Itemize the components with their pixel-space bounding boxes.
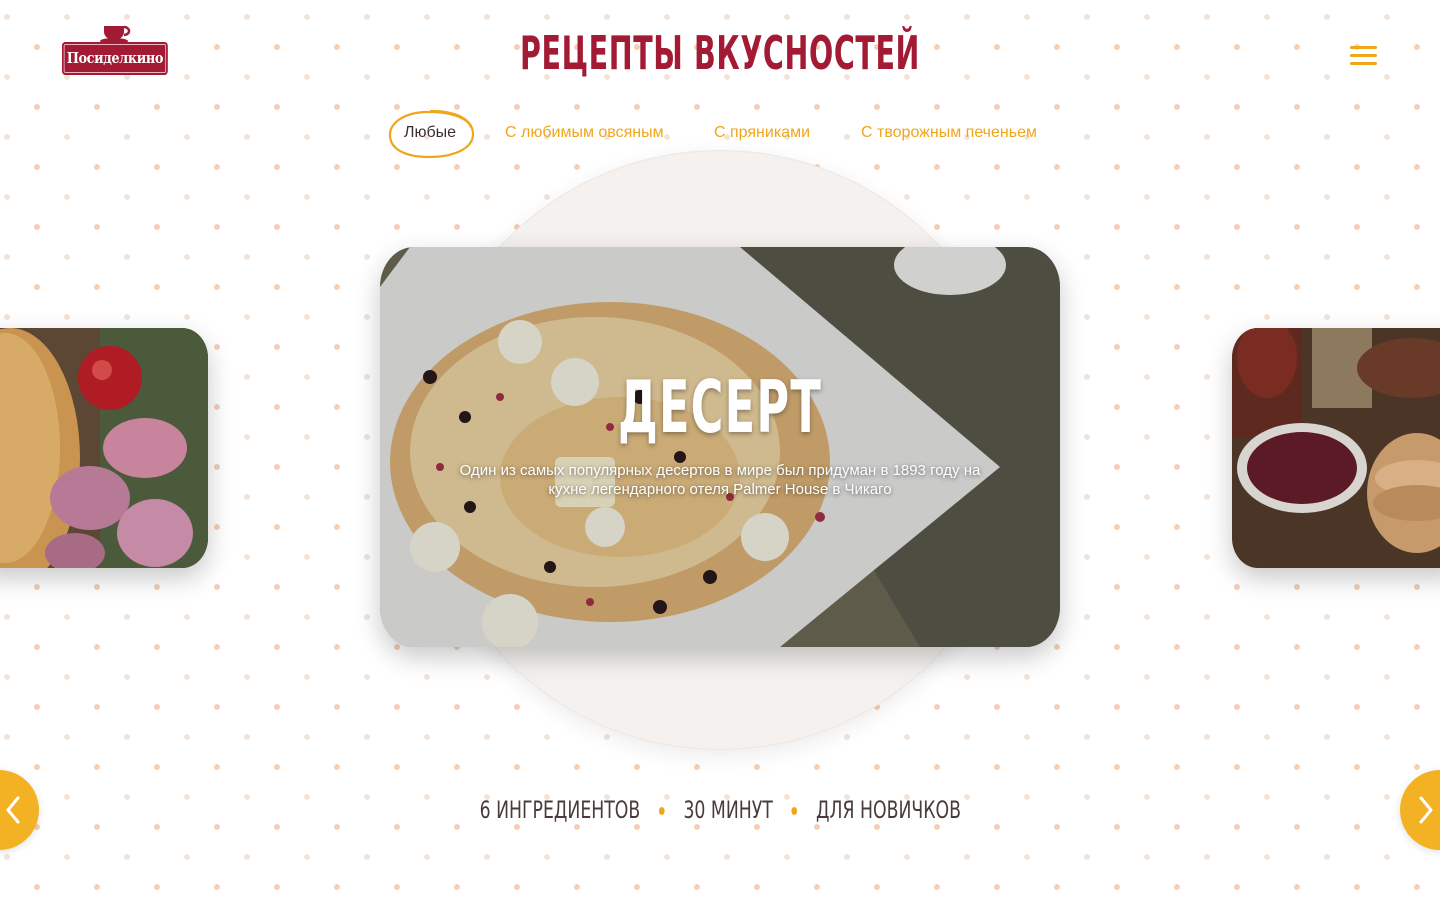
chevron-left-icon <box>6 796 20 824</box>
ingredients-count: 6 ИНГРЕДИЕНТОВ <box>479 796 640 824</box>
tab-any[interactable]: Любые <box>404 108 456 160</box>
separator-dot-icon <box>658 807 665 815</box>
difficulty-level: ДЛЯ НОВИЧКОВ <box>815 796 961 824</box>
recipe-card-next[interactable] <box>1232 328 1440 568</box>
brand-logo[interactable]: Посиделкино <box>62 22 170 78</box>
cup-icon <box>100 25 131 44</box>
jam-pancakes-photo <box>1232 328 1440 568</box>
recipe-card-current[interactable]: ДЕСЕРТ Один из самых популярных десертов… <box>380 247 1060 647</box>
previous-slide-button[interactable] <box>0 770 39 850</box>
recipe-title: ДЕСЕРТ <box>617 365 823 449</box>
chevron-right-icon <box>1419 796 1433 824</box>
logo-wordmark: Посиделкино <box>62 42 168 75</box>
hamburger-menu-icon[interactable] <box>1347 42 1381 70</box>
tab-curd-cookies[interactable]: С творожным печеньем <box>861 108 1037 160</box>
tab-oat-cookies[interactable]: С любимым овсяным <box>505 108 664 160</box>
apple-pie-photo <box>0 328 208 568</box>
separator-dot-icon <box>791 807 798 815</box>
next-slide-button[interactable] <box>1400 770 1440 850</box>
recipe-card-previous[interactable] <box>0 328 208 568</box>
page-title: РЕЦЕПТЫ ВКУСНОСТЕЙ <box>519 26 921 80</box>
recipe-meta: 6 ИНГРЕДИЕНТОВ 30 МИНУТ ДЛЯ НОВИЧКОВ <box>0 794 1440 826</box>
cooking-time: 30 МИНУТ <box>683 796 773 824</box>
recipe-description: Один из самых популярных десертов в мире… <box>459 462 981 498</box>
